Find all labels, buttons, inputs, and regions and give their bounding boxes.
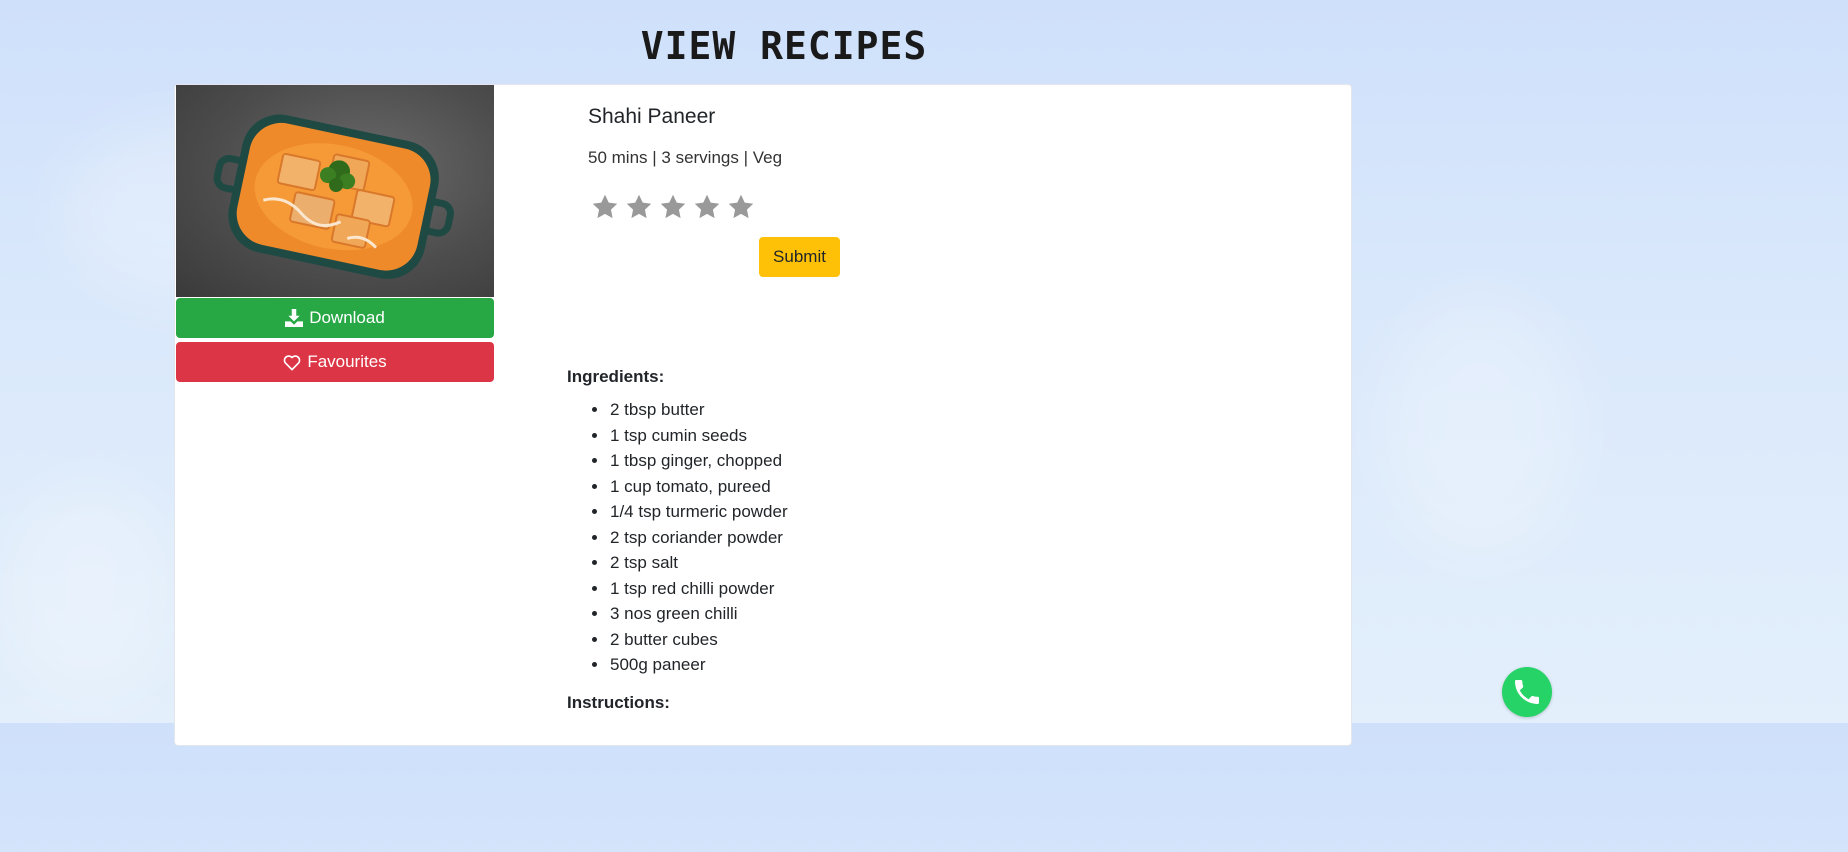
favourites-button[interactable]: Favourites: [176, 342, 494, 382]
list-item: 1 cup tomato, pureed: [609, 474, 788, 500]
list-item: 2 tbsp butter: [609, 397, 788, 423]
favourites-label: Favourites: [307, 352, 387, 371]
recipe-meta: 50 mins | 3 servings | Veg: [588, 148, 783, 167]
star-icon-2[interactable]: [625, 193, 653, 221]
star-icon-5[interactable]: [727, 193, 755, 221]
ingredients-heading: Ingredients:: [567, 367, 665, 386]
list-item: 500g paneer: [609, 652, 788, 678]
background-cloud: [1380, 300, 1580, 560]
heart-icon: [283, 354, 301, 370]
download-label: Download: [309, 308, 385, 327]
recipe-name: Shahi Paneer: [588, 105, 716, 128]
background-cloud: [0, 480, 180, 700]
list-item: 1 tbsp ginger, chopped: [609, 448, 788, 474]
star-icon-1[interactable]: [591, 193, 619, 221]
shahi-paneer-photo: [213, 114, 454, 279]
list-item: 1/4 tsp turmeric powder: [609, 499, 788, 525]
star-icon-4[interactable]: [693, 193, 721, 221]
download-icon: [285, 309, 304, 327]
list-item: 2 tsp salt: [609, 550, 788, 576]
list-item: 1 tsp red chilli powder: [609, 576, 788, 602]
recipe-card: Download Favourites Shahi Paneer 50 mins…: [174, 84, 1352, 746]
page-title: VIEW RECIPES: [640, 24, 928, 68]
star-icon-3[interactable]: [659, 193, 687, 221]
submit-rating-button[interactable]: Submit: [759, 237, 840, 277]
whatsapp-button[interactable]: [1502, 667, 1552, 717]
list-item: 2 butter cubes: [609, 627, 788, 653]
list-item: 1 tsp cumin seeds: [609, 423, 788, 449]
instructions-heading: Instructions:: [567, 693, 670, 712]
list-item: 2 tsp coriander powder: [609, 525, 788, 551]
list-item: 3 nos green chilli: [609, 601, 788, 627]
ingredients-list: 2 tbsp butter 1 tsp cumin seeds 1 tbsp g…: [567, 397, 788, 678]
download-button[interactable]: Download: [176, 298, 494, 338]
whatsapp-icon: [1515, 680, 1539, 704]
recipe-image: [176, 85, 494, 297]
rating-stars: [591, 193, 755, 221]
